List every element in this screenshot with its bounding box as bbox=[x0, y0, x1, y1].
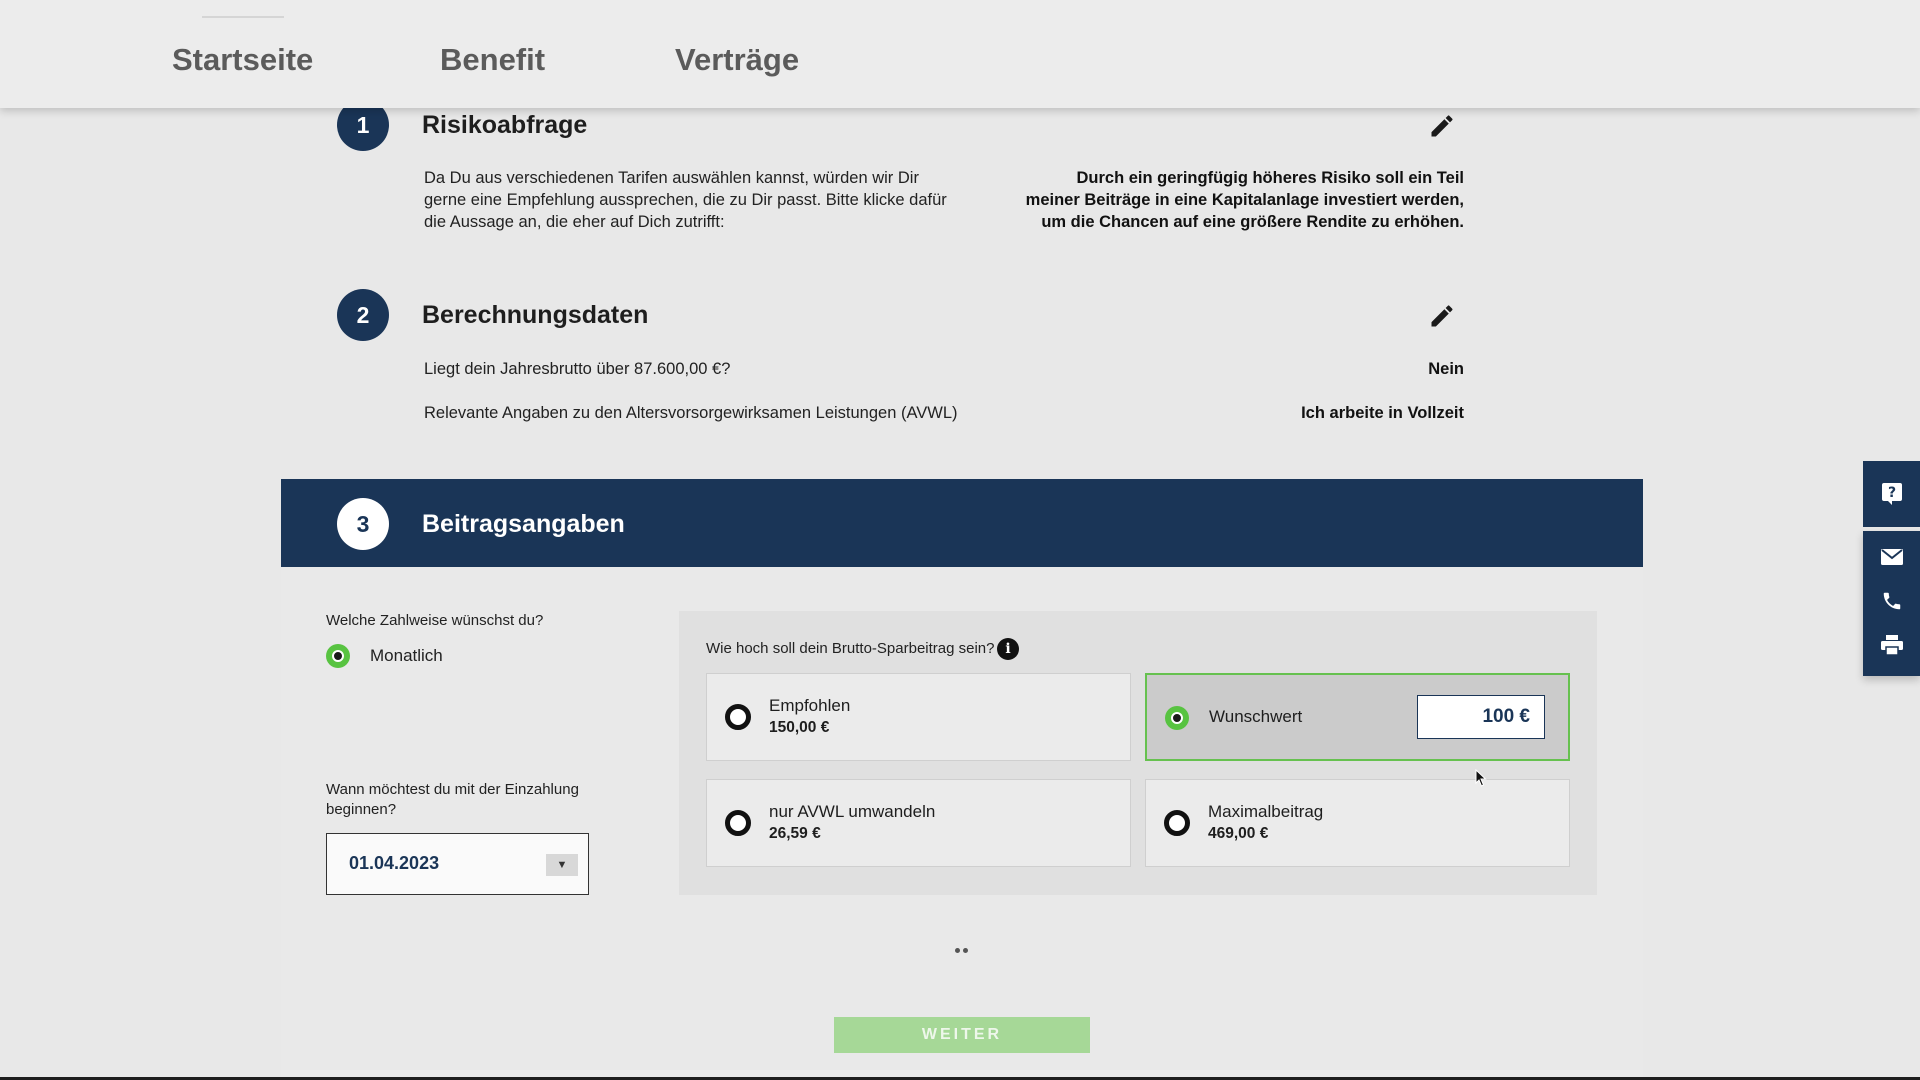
step-2-row-2-answer: Ich arbeite in Vollzeit bbox=[1301, 404, 1464, 422]
step-1-title: Risikoabfrage bbox=[422, 111, 588, 139]
option-empfohlen-title: Empfohlen bbox=[769, 696, 851, 715]
mail-icon bbox=[1880, 549, 1903, 565]
start-date-label: Wann möchtest du mit der Einzahlung begi… bbox=[326, 781, 579, 818]
option-maximalbeitrag-title: Maximalbeitrag bbox=[1208, 802, 1324, 821]
option-empfohlen-value: 150,00 € bbox=[769, 719, 830, 736]
chevron-down-icon[interactable]: ▼ bbox=[546, 854, 578, 876]
option-maximalbeitrag[interactable]: Maximalbeitrag 469,00 € bbox=[1145, 779, 1570, 867]
svg-text:?: ? bbox=[1887, 485, 1895, 501]
phone-icon bbox=[1883, 592, 1900, 610]
top-navigation: Startseite Benefit Verträge bbox=[0, 0, 1920, 108]
option-wunschwert[interactable]: Wunschwert 100 € bbox=[1145, 673, 1570, 761]
option-empfohlen[interactable]: Empfohlen 150,00 € bbox=[706, 673, 1131, 761]
nav-item-vertraege[interactable]: Verträge bbox=[675, 42, 799, 78]
phone-button[interactable] bbox=[1863, 581, 1920, 621]
step-2-title: Berechnungsdaten bbox=[422, 301, 649, 329]
payment-monthly-radio[interactable] bbox=[326, 644, 350, 668]
step-2-badge: 2 bbox=[337, 289, 389, 341]
payment-frequency-label: Welche Zahlweise wünschst du? bbox=[326, 612, 544, 629]
option-wunschwert-radio[interactable] bbox=[1165, 706, 1189, 730]
step-3-header: 3 Beitragsangaben bbox=[281, 479, 1643, 567]
wunschwert-amount-input[interactable]: 100 € bbox=[1417, 695, 1545, 739]
print-button[interactable] bbox=[1863, 625, 1920, 665]
start-date-value: 01.04.2023 bbox=[349, 853, 440, 873]
mouse-cursor-icon bbox=[1475, 769, 1487, 787]
info-icon[interactable]: i bbox=[997, 638, 1019, 660]
step-2-row-2-question: Relevante Angaben zu den Altersvorsorgew… bbox=[424, 404, 958, 422]
option-maximalbeitrag-radio[interactable] bbox=[1164, 810, 1190, 836]
nav-item-benefit[interactable]: Benefit bbox=[440, 42, 545, 78]
step-1-question: Da Du aus verschiedenen Tarifen auswähle… bbox=[424, 169, 947, 231]
step-3-badge: 3 bbox=[337, 498, 389, 550]
mail-button[interactable] bbox=[1863, 537, 1920, 577]
payment-monthly-label[interactable]: Monatlich bbox=[370, 646, 443, 666]
edit-step-2-icon[interactable] bbox=[1428, 302, 1456, 330]
print-icon bbox=[1880, 635, 1903, 656]
option-avwl[interactable]: nur AVWL umwandeln 26,59 € bbox=[706, 779, 1131, 867]
step-2-row-1-question: Liegt dein Jahresbrutto über 87.600,00 €… bbox=[424, 360, 731, 378]
step-1-answer: Durch ein geringfügig höheres Risiko sol… bbox=[1025, 169, 1464, 231]
option-wunschwert-title: Wunschwert bbox=[1209, 707, 1303, 726]
contact-toolbar bbox=[1863, 531, 1920, 676]
step-2-row-1-answer: Nein bbox=[1428, 360, 1464, 378]
option-empfohlen-radio[interactable] bbox=[725, 704, 751, 730]
nav-item-startseite[interactable]: Startseite bbox=[172, 42, 313, 78]
question-icon: ? bbox=[1881, 483, 1902, 505]
loading-dots bbox=[955, 948, 968, 953]
edit-step-1-icon[interactable] bbox=[1428, 112, 1456, 140]
nav-active-indicator bbox=[202, 16, 284, 18]
step-3-title: Beitragsangaben bbox=[422, 510, 625, 538]
option-avwl-radio[interactable] bbox=[725, 810, 751, 836]
option-maximalbeitrag-value: 469,00 € bbox=[1208, 825, 1269, 842]
start-date-select[interactable]: 01.04.2023 ▼ bbox=[326, 833, 589, 895]
weiter-button[interactable]: WEITER bbox=[834, 1017, 1090, 1053]
help-button[interactable]: ? bbox=[1863, 461, 1920, 527]
amount-question-label: Wie hoch soll dein Brutto-Sparbeitrag se… bbox=[706, 640, 995, 657]
option-avwl-value: 26,59 € bbox=[769, 825, 821, 842]
option-avwl-title: nur AVWL umwandeln bbox=[769, 802, 936, 821]
